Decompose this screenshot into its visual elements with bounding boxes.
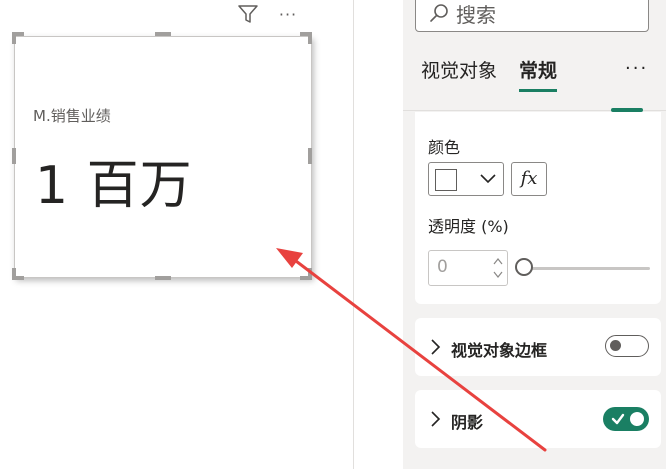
more-options-icon[interactable]: ···: [276, 2, 300, 26]
resize-handle-bottom-left-v[interactable]: [12, 268, 16, 280]
resize-handle-bottom[interactable]: [155, 276, 171, 280]
more-options-glyph: ···: [278, 4, 298, 24]
search-box[interactable]: 搜索: [415, 0, 649, 32]
toggle-knob: [630, 412, 644, 426]
shadow-label: 阴影: [451, 413, 484, 432]
check-icon: [611, 413, 625, 425]
visual-border-label: 视觉对象边框: [451, 341, 548, 360]
transparency-slider-track[interactable]: [525, 267, 650, 270]
chevron-down-icon: [480, 174, 496, 184]
resize-handle-top-right-v[interactable]: [308, 32, 312, 44]
resize-handle-top-left-v[interactable]: [12, 32, 16, 44]
color-label: 颜色: [428, 138, 461, 157]
spin-arrows-icon[interactable]: [492, 254, 504, 282]
transparency-slider-thumb[interactable]: [515, 258, 533, 276]
report-canvas: ··· M.销售业绩 1 百万: [0, 0, 353, 469]
tab-visual[interactable]: 视觉对象: [421, 56, 497, 92]
shadow-section[interactable]: 阴影: [415, 390, 661, 448]
canvas-divider: [353, 0, 354, 469]
color-swatch: [435, 169, 457, 191]
conditional-format-button[interactable]: fx: [511, 162, 547, 196]
transparency-spinbox[interactable]: 0: [428, 250, 508, 286]
pane-more-options[interactable]: ···: [625, 58, 648, 79]
background-color-section: 颜色 fx 透明度 (%) 0: [415, 112, 661, 304]
visual-border-section[interactable]: 视觉对象边框: [415, 318, 661, 376]
card-visual[interactable]: M.销售业绩 1 百万: [14, 36, 312, 278]
search-icon: [430, 4, 448, 22]
toggle-knob: [610, 340, 621, 351]
resize-handle-top[interactable]: [155, 32, 171, 36]
search-placeholder: 搜索: [456, 2, 496, 27]
visual-border-toggle[interactable]: [605, 335, 649, 357]
color-picker-dropdown[interactable]: [428, 162, 504, 196]
chevron-right-icon: [431, 339, 441, 355]
card-category-label: M.销售业绩: [33, 107, 111, 125]
filter-icon[interactable]: [236, 2, 260, 26]
visual-header: ···: [236, 2, 300, 26]
transparency-label: 透明度 (%): [428, 217, 509, 236]
format-tabs: 视觉对象 常规: [421, 56, 558, 92]
resize-handle-right[interactable]: [308, 148, 312, 164]
format-pane: 搜索 视觉对象 常规 ··· 颜色 fx 透明度 (%) 0 视觉对象边框 阴影: [403, 0, 666, 469]
card-data-value: 1 百万: [35, 156, 193, 216]
transparency-value: 0: [437, 257, 448, 277]
resize-handle-bottom-right-v[interactable]: [308, 268, 312, 280]
shadow-toggle[interactable]: [603, 407, 649, 431]
resize-handle-left[interactable]: [12, 148, 16, 164]
tab-general[interactable]: 常规: [519, 56, 558, 92]
chevron-right-icon: [431, 411, 441, 427]
